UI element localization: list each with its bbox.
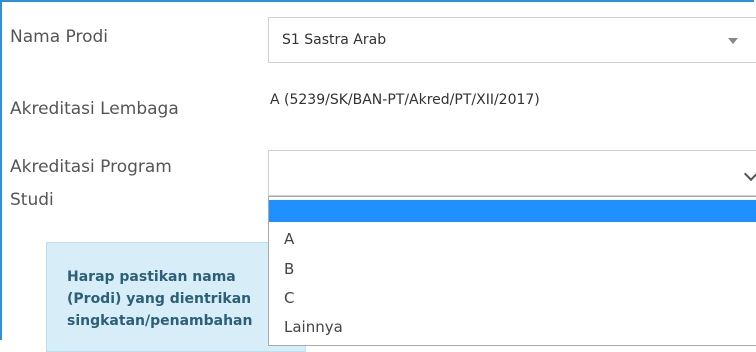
akreditasi-lembaga-value: A (5239/SK/BAN-PT/Akred/PT/XII/2017) — [270, 92, 540, 108]
chevron-down-icon — [743, 166, 756, 182]
dropdown-option-lainnya[interactable]: Lainnya — [269, 317, 756, 337]
akreditasi-lembaga-label: Akreditasi Lembaga — [10, 99, 179, 119]
nama-prodi-select[interactable]: S1 Sastra Arab — [268, 17, 756, 63]
info-text-line-2: (Prodi) yang dientrikan — [67, 291, 252, 307]
dropdown-option-c[interactable]: C — [269, 288, 756, 308]
caret-down-icon — [728, 38, 738, 44]
info-text-line-1: Harap pastikan nama — [67, 269, 236, 285]
nama-prodi-label: Nama Prodi — [10, 27, 108, 47]
akreditasi-prodi-label-line-1: Akreditasi Program — [10, 157, 172, 177]
akreditasi-prodi-label-line-2: Studi — [10, 190, 54, 210]
akreditasi-prodi-label: Akreditasi Program Studi — [10, 156, 172, 211]
nama-prodi-value: S1 Sastra Arab — [282, 32, 387, 48]
dropdown-option-a[interactable]: A — [269, 229, 756, 249]
dropdown-option-empty[interactable] — [269, 200, 756, 222]
info-alert: Harap pastikan nama (Prodi) yang dientri… — [46, 242, 306, 352]
dropdown-option-b[interactable]: B — [269, 259, 756, 279]
info-text-line-3: singkatan/penambahan — [67, 313, 253, 329]
akreditasi-prodi-select[interactable] — [268, 150, 756, 196]
akreditasi-prodi-options: A B C Lainnya — [268, 196, 756, 346]
